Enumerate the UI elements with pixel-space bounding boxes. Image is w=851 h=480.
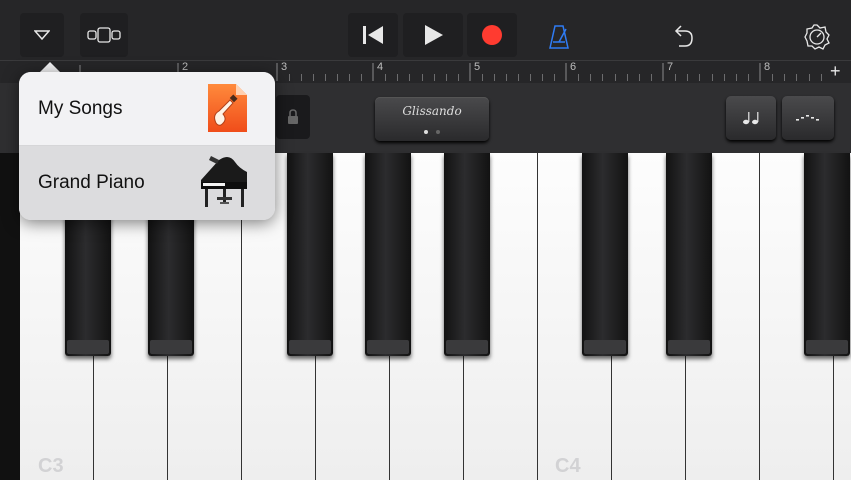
metronome-button[interactable] bbox=[548, 24, 570, 55]
black-key-a-sharp-3[interactable] bbox=[444, 153, 490, 356]
lock-icon bbox=[288, 109, 298, 124]
black-key-g-sharp-3[interactable] bbox=[365, 153, 411, 356]
ruler-bar-4: 4 bbox=[377, 61, 384, 73]
browser-toggle-button[interactable] bbox=[20, 13, 64, 57]
undo-button[interactable] bbox=[673, 24, 695, 53]
notes-icon bbox=[743, 112, 759, 125]
grand-piano-icon bbox=[201, 156, 247, 207]
note-label-c4: C4 bbox=[555, 455, 581, 477]
lock-button[interactable] bbox=[276, 95, 310, 139]
undo-icon bbox=[674, 25, 693, 47]
ruler-bar-7: 7 bbox=[667, 61, 674, 73]
menu-item-my-songs[interactable]: My Songs bbox=[19, 72, 275, 146]
menu-item-label: My Songs bbox=[38, 97, 123, 119]
popover-arrow bbox=[40, 62, 60, 72]
rewind-button[interactable] bbox=[348, 13, 398, 57]
ruler-bar-5: 5 bbox=[474, 61, 481, 73]
settings-icon bbox=[804, 24, 830, 50]
record-icon bbox=[482, 25, 502, 45]
tracks-view-button[interactable] bbox=[80, 13, 128, 57]
note-label-c3: C3 bbox=[38, 455, 64, 477]
garageband-document-icon bbox=[208, 84, 247, 132]
ruler-bar-8: 8 bbox=[764, 61, 771, 73]
rewind-icon bbox=[363, 26, 383, 44]
add-section-button[interactable]: + bbox=[830, 61, 841, 81]
arpeggio-icon bbox=[796, 115, 819, 121]
menu-item-label: Grand Piano bbox=[38, 172, 145, 193]
settings-button[interactable] bbox=[804, 24, 830, 55]
glissando-label: Glissando bbox=[402, 104, 462, 118]
black-key-c-sharp-4[interactable] bbox=[582, 153, 628, 356]
black-key-f-sharp-4[interactable] bbox=[804, 153, 850, 356]
record-button[interactable] bbox=[467, 13, 517, 57]
toolbar bbox=[0, 0, 851, 60]
page-indicator bbox=[375, 121, 489, 139]
black-key-d-sharp-4[interactable] bbox=[666, 153, 712, 356]
menu-item-grand-piano[interactable]: Grand Piano bbox=[19, 146, 275, 220]
black-key-f-sharp-3[interactable] bbox=[287, 153, 333, 356]
tracks-view-icon bbox=[87, 27, 121, 43]
ruler-bar-6: 6 bbox=[570, 61, 577, 73]
browser-toggle-icon bbox=[34, 30, 50, 41]
play-button[interactable] bbox=[403, 13, 463, 57]
ruler-bar-3: 3 bbox=[281, 61, 288, 73]
arpeggiator-button[interactable] bbox=[782, 96, 834, 140]
browser-popover: My Songs Grand Piano bbox=[19, 72, 275, 220]
play-icon bbox=[425, 25, 443, 45]
glissando-button[interactable]: Glissando bbox=[375, 97, 489, 141]
chords-toggle-button[interactable] bbox=[726, 96, 776, 140]
metronome-icon bbox=[549, 25, 569, 49]
